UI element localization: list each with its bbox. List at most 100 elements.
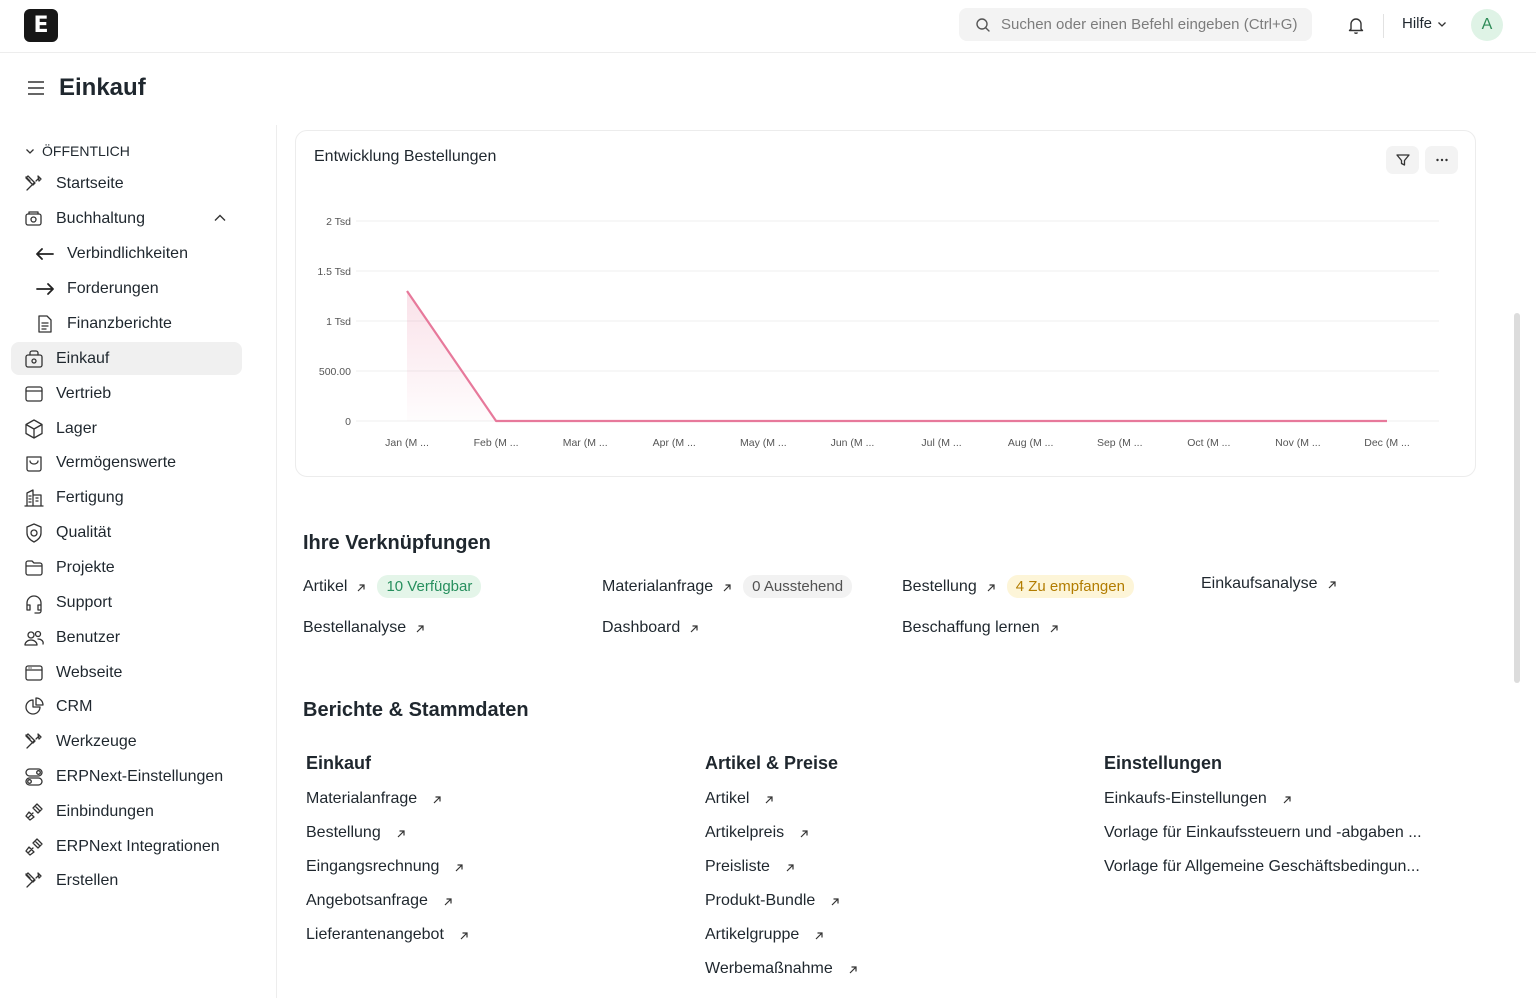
sidebar-item-benutzer[interactable]: Benutzer <box>11 621 242 654</box>
headset-icon <box>23 592 45 614</box>
report-link[interactable]: Artikelpreis <box>705 824 810 842</box>
shortcut-bestellanalyse[interactable]: Bestellanalyse <box>303 619 426 637</box>
sidebar-item-werkzeuge[interactable]: Werkzeuge <box>11 725 242 758</box>
chart-card: 0 500.00 1 Tsd 1.5 Tsd 2 Tsd Jan (M ... Feb (M… <box>295 130 1476 477</box>
user-avatar[interactable]: A <box>1471 9 1503 41</box>
browser-icon <box>23 662 45 684</box>
report-link-label: Artikelpreis <box>705 824 785 841</box>
sidebar-item-lager[interactable]: Lager <box>11 412 242 445</box>
x-tick-label: Mar (M ... <box>563 437 608 449</box>
arrow-up-right-icon <box>395 827 407 839</box>
y-tick-label: 1 Tsd <box>326 316 351 328</box>
series-area <box>407 291 1387 421</box>
document-icon <box>34 313 56 335</box>
assets-icon <box>23 452 45 474</box>
report-link[interactable]: Vorlage für Einkaufssteuern und -abgaben… <box>1104 824 1422 842</box>
page-title: Einkauf <box>59 74 146 101</box>
sidebar-item-label: Vertrieb <box>56 384 112 402</box>
report-link[interactable]: Materialanfrage <box>306 790 443 808</box>
arrow-left-icon <box>34 243 56 265</box>
logo-letter: E <box>33 13 49 38</box>
sidebar-item-label: Forderungen <box>67 279 159 297</box>
sidebar-item-startseite[interactable]: Startseite <box>11 167 242 200</box>
sidebar-section-public[interactable]: ÖFFENTLICH <box>24 143 130 159</box>
sidebar-item-label: Buchhaltung <box>56 209 145 227</box>
chart-more-button[interactable] <box>1425 146 1458 174</box>
x-tick-label: Apr (M ... <box>653 437 696 449</box>
sidebar-item-label: Qualität <box>56 523 112 541</box>
report-link-label: Eingangsrechnung <box>306 858 440 875</box>
report-link[interactable]: Einkaufs-Einstellungen <box>1104 790 1293 808</box>
chart-filter-button[interactable] <box>1386 146 1419 174</box>
app-logo[interactable]: E <box>24 9 58 42</box>
page-scrollbar[interactable] <box>1514 313 1520 683</box>
search-bar[interactable]: Suchen oder einen Befehl eingeben (Ctrl+… <box>959 8 1312 41</box>
y-tick-label: 2 Tsd <box>326 216 351 228</box>
plug-icon <box>23 836 45 858</box>
arrow-up-right-icon <box>763 793 775 805</box>
sidebar-item-vertrieb[interactable]: Vertrieb <box>11 377 242 410</box>
plug-icon <box>23 801 45 823</box>
shortcut-materialanfrage[interactable]: Materialanfrage 0 Ausstehend <box>602 575 853 598</box>
report-link[interactable]: Angebotsanfrage <box>306 892 454 910</box>
sidebar-section-label: ÖFFENTLICH <box>42 143 130 159</box>
shield-icon <box>23 522 45 544</box>
arrow-up-right-icon <box>688 622 700 634</box>
shortcut-artikel[interactable]: Artikel 10 Verfügbar <box>303 575 482 598</box>
sidebar-toggle-icon[interactable] <box>26 79 46 97</box>
chart-title: Entwicklung Bestellungen <box>314 148 497 165</box>
shortcut-beschaffung-lernen[interactable]: Beschaffung lernen <box>902 619 1060 637</box>
search-icon <box>976 17 990 32</box>
x-tick-label: Jul (M ... <box>921 437 961 449</box>
sidebar-item-forderungen[interactable]: Forderungen <box>22 272 242 305</box>
arrow-up-right-icon <box>1281 793 1293 805</box>
report-link[interactable]: Artikel <box>705 790 775 808</box>
sidebar-item-webseite[interactable]: Webseite <box>11 656 242 689</box>
pie-icon <box>23 696 45 718</box>
shortcuts-heading: Ihre Verknüpfungen <box>303 532 491 554</box>
report-column-title: Einkauf <box>306 753 372 773</box>
filter-icon <box>1395 154 1410 166</box>
report-link[interactable]: Artikelgruppe <box>705 926 825 944</box>
report-link[interactable]: Werbemaßnahme <box>705 960 859 978</box>
sidebar-item-erstellen[interactable]: Erstellen <box>11 864 242 897</box>
toggles-icon <box>23 766 45 788</box>
report-link[interactable]: Produkt-Bundle <box>705 892 841 910</box>
report-link[interactable]: Lieferantenangebot <box>306 926 470 944</box>
sidebar-item-verbindlichkeiten[interactable]: Verbindlichkeiten <box>22 237 242 270</box>
arrow-up-right-icon <box>813 929 825 941</box>
sidebar-item-crm[interactable]: CRM <box>11 690 242 723</box>
notification-bell-icon[interactable] <box>1345 14 1367 36</box>
sidebar-item-label: Webseite <box>56 663 123 681</box>
sidebar-item-support[interactable]: Support <box>11 586 242 619</box>
arrow-up-right-icon <box>414 622 426 634</box>
sidebar-item-qualität[interactable]: Qualität <box>11 516 242 549</box>
chevron-up-icon[interactable] <box>212 210 228 231</box>
sidebar-item-finanzberichte[interactable]: Finanzberichte <box>22 307 242 340</box>
arrow-up-right-icon <box>721 581 733 593</box>
sidebar-item-vermögenswerte[interactable]: Vermögenswerte <box>11 446 242 479</box>
arrow-up-right-icon <box>985 581 997 593</box>
shortcut-bestellung[interactable]: Bestellung 4 Zu empfangen <box>902 575 1134 598</box>
shortcut-label: Bestellanalyse <box>303 619 407 636</box>
sidebar-item-projekte[interactable]: Projekte <box>11 551 242 584</box>
report-link[interactable]: Preisliste <box>705 858 796 876</box>
more-dots-icon <box>1435 158 1448 162</box>
sidebar-item-buchhaltung[interactable]: Buchhaltung <box>11 202 242 235</box>
sidebar-item-einbindungen[interactable]: Einbindungen <box>11 795 242 828</box>
sidebar-item-erpnext-einstellungen[interactable]: ERPNext-Einstellungen <box>11 760 242 793</box>
box-icon <box>23 418 45 440</box>
report-link[interactable]: Eingangsrechnung <box>306 858 465 876</box>
report-link-label: Bestellung <box>306 824 381 841</box>
sidebar-item-fertigung[interactable]: Fertigung <box>11 481 242 514</box>
shortcut-einkaufsanalyse[interactable]: Einkaufsanalyse <box>1201 575 1338 593</box>
chevron-down-icon <box>26 149 34 154</box>
search-placeholder: Suchen oder einen Befehl eingeben (Ctrl+… <box>1001 16 1298 33</box>
arrow-up-right-icon <box>355 581 367 593</box>
shortcut-dashboard[interactable]: Dashboard <box>602 619 700 637</box>
help-menu[interactable]: Hilfe <box>1402 15 1448 32</box>
report-link[interactable]: Bestellung <box>306 824 407 842</box>
sidebar-item-einkauf[interactable]: Einkauf <box>11 342 242 375</box>
report-link[interactable]: Vorlage für Allgemeine Geschäftsbedingun… <box>1104 858 1420 876</box>
sidebar-item-erpnext-integrationen[interactable]: ERPNext Integrationen <box>11 830 242 863</box>
